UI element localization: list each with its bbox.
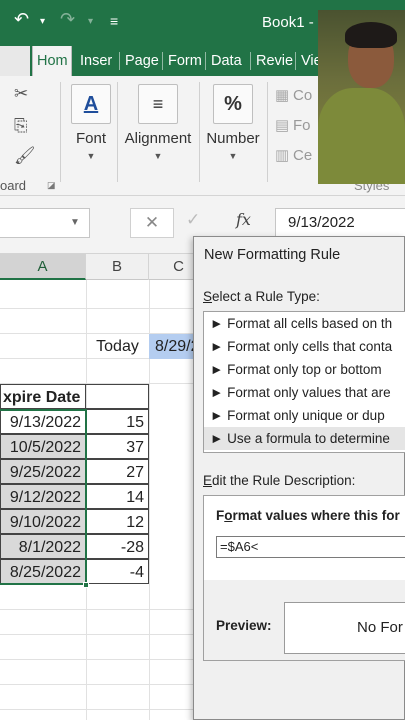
conditional-formatting-icon: ▦ (275, 87, 290, 104)
days-cell[interactable]: -28 (86, 534, 149, 559)
table-row: 8/1/2022 -28 (0, 534, 150, 559)
chevron-down-icon: ▼ (86, 151, 96, 161)
redo-dropdown-icon[interactable]: ▾ (88, 16, 93, 27)
number-button[interactable]: % Number ▼ (202, 84, 264, 161)
column-header-a[interactable]: A (0, 254, 86, 280)
format-painter-icon[interactable]: 🖌 (14, 146, 36, 166)
alignment-button[interactable]: ≡ Alignment ▼ (120, 84, 196, 161)
preview-box: No For (284, 602, 405, 654)
preview-label: Preview: (216, 618, 272, 633)
alignment-icon: ≡ (138, 84, 178, 124)
presenter-body (318, 88, 405, 184)
rule-type-item[interactable]: ► Format only top or bottom (204, 358, 405, 381)
days-cell[interactable]: 14 (86, 484, 149, 509)
date-cell[interactable]: 9/10/2022 (0, 509, 86, 534)
table-row: 9/12/2022 14 (0, 484, 150, 509)
new-formatting-rule-dialog: New Formatting Rule Select a Rule Type: … (193, 236, 405, 720)
format-values-section: Format values where this for =$A6< (204, 496, 405, 580)
conditional-formatting-button[interactable]: ▦ Co (275, 86, 312, 104)
copy-icon[interactable]: ⎘ (14, 116, 28, 136)
format-values-label: Format values where this for (216, 508, 400, 523)
tab-data[interactable]: Data (207, 46, 249, 76)
percent-icon: % (213, 84, 253, 124)
date-cell[interactable]: 9/12/2022 (0, 484, 86, 509)
header-cell-days[interactable] (86, 384, 149, 409)
fill-handle[interactable] (83, 582, 89, 588)
rule-description-label: Edit the Rule Description: (203, 473, 356, 488)
undo-icon[interactable]: ↶ (14, 9, 29, 30)
clipboard-launcher-icon[interactable]: ◪ (47, 180, 56, 191)
chevron-down-icon: ▼ (228, 151, 238, 161)
dialog-title: New Formatting Rule (204, 247, 341, 263)
cancel-entry-button[interactable]: ✕ (130, 208, 174, 238)
cell-styles-icon: ▥ (275, 147, 290, 164)
tab-file[interactable] (0, 46, 30, 76)
days-cell[interactable]: 37 (86, 434, 149, 459)
table-row: 9/13/2022 15 (0, 409, 150, 434)
rule-type-item-selected[interactable]: ► Use a formula to determine (204, 427, 405, 450)
days-cell[interactable]: -4 (86, 559, 149, 584)
column-header-b[interactable]: B (86, 254, 149, 280)
font-button[interactable]: A Font ▼ (68, 84, 114, 161)
table-row: 8/25/2022 -4 (0, 559, 150, 584)
font-label: Font (75, 130, 106, 147)
rule-type-item[interactable]: ► Format all cells based on th (204, 312, 405, 335)
cut-icon[interactable]: ✂ (14, 84, 28, 104)
tab-insert[interactable]: Inser (76, 46, 118, 76)
days-cell[interactable]: 12 (86, 509, 149, 534)
table-icon: ▤ (275, 117, 290, 134)
date-cell[interactable]: 9/13/2022 (0, 409, 86, 434)
document-title: Book1 - (262, 14, 314, 31)
date-cell[interactable]: 8/1/2022 (0, 534, 86, 559)
days-cell[interactable]: 15 (86, 409, 149, 434)
presenter-hair (345, 22, 397, 48)
today-label-cell[interactable]: Today (86, 334, 149, 359)
redo-icon[interactable]: ↷ (60, 9, 75, 30)
table-row: 9/10/2022 12 (0, 509, 150, 534)
chevron-down-icon[interactable]: ▼ (70, 217, 80, 228)
formula-input[interactable]: 9/13/2022 (275, 208, 405, 238)
table-header-row: xpire Date (0, 384, 150, 409)
rule-description-panel: Format values where this for =$A6< Previ… (203, 495, 405, 661)
rule-type-list[interactable]: ► Format all cells based on th ► Format … (203, 311, 405, 453)
header-cell-expire-date[interactable]: xpire Date (0, 384, 86, 409)
rule-type-item[interactable]: ► Format only unique or dup (204, 404, 405, 427)
customize-toolbar-icon[interactable]: ≡ (110, 13, 118, 29)
days-cell[interactable]: 27 (86, 459, 149, 484)
format-as-table-button[interactable]: ▤ Fo (275, 116, 311, 134)
tab-page-layout[interactable]: Page (121, 46, 161, 76)
insert-function-button[interactable]: fx (236, 210, 251, 229)
enter-entry-button[interactable]: ✓ (186, 210, 200, 230)
rule-type-label: Select a Rule Type: (203, 289, 320, 304)
formula-field[interactable]: =$A6< (216, 536, 405, 558)
rule-type-item[interactable]: ► Format only cells that conta (204, 335, 405, 358)
undo-dropdown-icon[interactable]: ▾ (40, 16, 45, 27)
tab-formulas[interactable]: Form (164, 46, 204, 76)
cell-styles-button[interactable]: ▥ Ce (275, 146, 312, 164)
webcam-overlay (318, 10, 405, 184)
alignment-label: Alignment (124, 130, 192, 147)
table-row: 9/25/2022 27 (0, 459, 150, 484)
font-icon: A (71, 84, 111, 124)
clipboard-group-label: oard (0, 178, 27, 193)
date-cell[interactable]: 8/25/2022 (0, 559, 86, 584)
date-cell[interactable]: 10/5/2022 (0, 434, 86, 459)
date-cell[interactable]: 9/25/2022 (0, 459, 86, 484)
number-label: Number (206, 130, 260, 147)
table-row: 10/5/2022 37 (0, 434, 150, 459)
tab-review[interactable]: Revie (252, 46, 294, 76)
chevron-down-icon: ▼ (153, 151, 163, 161)
tab-home[interactable]: Hom (32, 46, 72, 76)
rule-type-item[interactable]: ► Format only values that are (204, 381, 405, 404)
